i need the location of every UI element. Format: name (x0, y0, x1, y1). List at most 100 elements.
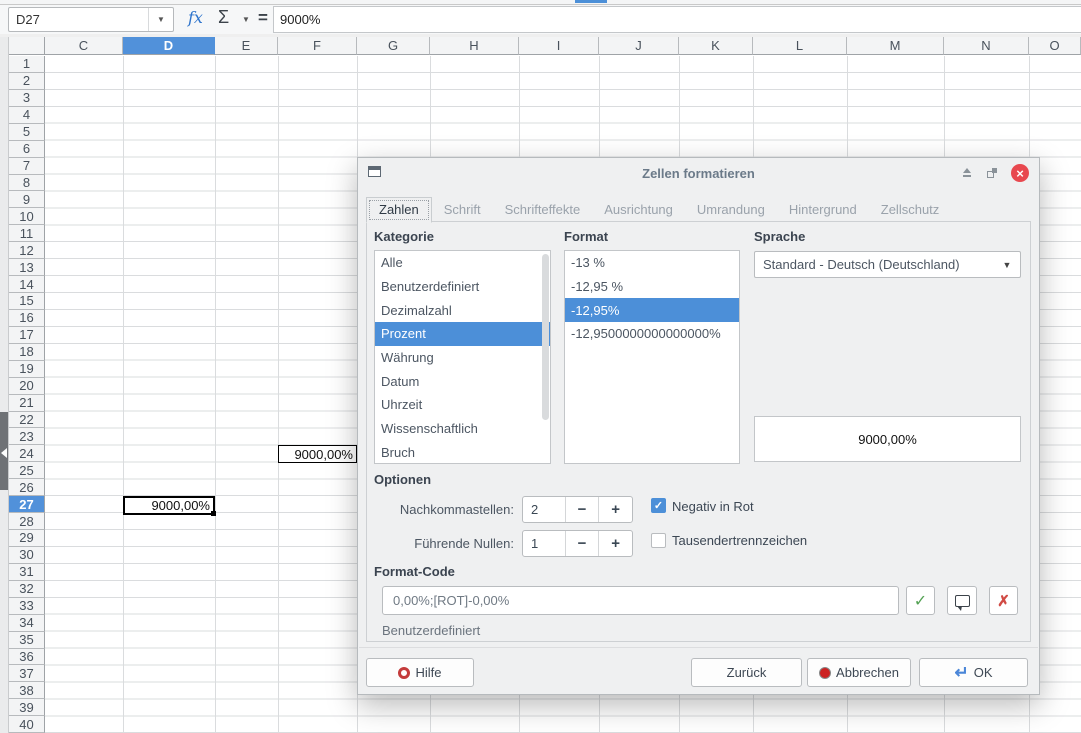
name-box-dropdown-icon[interactable]: ▼ (148, 8, 173, 31)
column-header-K[interactable]: K (679, 37, 753, 55)
tab-umrandung[interactable]: Umrandung (685, 198, 777, 222)
row-header-37[interactable]: 37 (9, 665, 45, 682)
format-item[interactable]: -13 % (565, 251, 739, 275)
row-header-29[interactable]: 29 (9, 530, 45, 547)
row-header-21[interactable]: 21 (9, 395, 45, 412)
row-header-16[interactable]: 16 (9, 310, 45, 327)
decimal-places-plus-button[interactable]: + (598, 497, 632, 522)
row-header-3[interactable]: 3 (9, 90, 45, 107)
close-icon[interactable]: × (1011, 164, 1029, 182)
row-header-31[interactable]: 31 (9, 564, 45, 581)
category-item[interactable]: Uhrzeit (375, 393, 550, 417)
leading-zeroes-plus-button[interactable]: + (598, 531, 632, 556)
cancel-button[interactable]: Abbrechen (807, 658, 911, 687)
negative-red-checkbox[interactable]: ✓ (651, 498, 666, 513)
column-header-I[interactable]: I (519, 37, 599, 55)
category-item[interactable]: Wissenschaftlich (375, 417, 550, 441)
row-header-5[interactable]: 5 (9, 124, 45, 141)
row-header-38[interactable]: 38 (9, 682, 45, 699)
thousands-separator-checkbox[interactable] (651, 533, 666, 548)
function-wizard-icon[interactable]: fx (188, 8, 203, 27)
fill-handle[interactable] (211, 511, 216, 516)
column-header-C[interactable]: C (45, 37, 123, 55)
tab-zellschutz[interactable]: Zellschutz (869, 198, 952, 222)
left-scrollbar[interactable] (0, 37, 9, 733)
category-item[interactable]: Dezimalzahl (375, 298, 550, 322)
shade-icon[interactable] (961, 167, 973, 179)
category-item[interactable]: Prozent (375, 322, 550, 346)
category-item[interactable]: Benutzerdefiniert (375, 275, 550, 299)
row-header-12[interactable]: 12 (9, 242, 45, 259)
equals-icon[interactable]: = (258, 8, 268, 28)
category-list-scrollbar[interactable] (542, 254, 549, 420)
tab-hintergrund[interactable]: Hintergrund (777, 198, 869, 222)
cell-D27[interactable]: 9000,00% (123, 496, 215, 515)
decimal-places-value[interactable]: 2 (523, 497, 565, 522)
row-header-30[interactable]: 30 (9, 547, 45, 564)
sum-dropdown-icon[interactable]: ▼ (242, 15, 250, 24)
leading-zeroes-minus-button[interactable]: − (565, 531, 599, 556)
row-header-14[interactable]: 14 (9, 276, 45, 293)
tab-zahlen[interactable]: Zahlen (366, 197, 432, 223)
column-header-H[interactable]: H (430, 37, 519, 55)
row-header-2[interactable]: 2 (9, 73, 45, 90)
row-header-33[interactable]: 33 (9, 598, 45, 615)
row-header-35[interactable]: 35 (9, 632, 45, 649)
row-header-27[interactable]: 27 (9, 496, 45, 513)
format-item[interactable]: -12,95 % (565, 275, 739, 299)
row-header-34[interactable]: 34 (9, 615, 45, 632)
category-item[interactable]: Alle (375, 251, 550, 275)
category-item[interactable]: Datum (375, 369, 550, 393)
column-header-D[interactable]: D (123, 37, 215, 55)
row-header-17[interactable]: 17 (9, 327, 45, 344)
column-header-E[interactable]: E (215, 37, 278, 55)
row-header-15[interactable]: 15 (9, 293, 45, 310)
column-header-M[interactable]: M (847, 37, 944, 55)
column-header-J[interactable]: J (599, 37, 679, 55)
select-all-corner[interactable] (9, 37, 45, 55)
row-header-40[interactable]: 40 (9, 716, 45, 733)
sum-icon[interactable]: Σ (218, 7, 229, 28)
cell-F24[interactable]: 9000,00% (278, 445, 357, 463)
row-header-39[interactable]: 39 (9, 699, 45, 716)
row-header-7[interactable]: 7 (9, 158, 45, 175)
row-header-13[interactable]: 13 (9, 259, 45, 276)
column-header-N[interactable]: N (944, 37, 1029, 55)
format-code-comment-button[interactable] (947, 586, 977, 615)
row-header-11[interactable]: 11 (9, 225, 45, 242)
formula-input[interactable]: 9000% (273, 6, 1081, 33)
format-item[interactable]: -12,95% (565, 298, 739, 322)
category-list[interactable]: AlleBenutzerdefiniertDezimalzahlProzent W… (374, 250, 551, 464)
format-item[interactable]: -12,9500000000000000% (565, 322, 739, 346)
tab-ausrichtung[interactable]: Ausrichtung (592, 198, 685, 222)
format-code-input[interactable]: 0,00%;[ROT]-0,00% (382, 586, 899, 615)
row-header-36[interactable]: 36 (9, 649, 45, 666)
dialog-titlebar[interactable]: Zellen formatieren × (358, 158, 1039, 188)
format-list[interactable]: -13 %-12,95 %-12,95%-12,9500000000000000… (564, 250, 740, 464)
name-box[interactable]: D27 ▼ (8, 7, 174, 32)
row-header-4[interactable]: 4 (9, 107, 45, 124)
column-header-O[interactable]: O (1029, 37, 1081, 55)
row-header-25[interactable]: 25 (9, 462, 45, 479)
format-code-apply-button[interactable]: ✓ (906, 586, 935, 615)
column-header-L[interactable]: L (753, 37, 847, 55)
row-header-18[interactable]: 18 (9, 344, 45, 361)
leading-zeroes-stepper[interactable]: 1 − + (522, 530, 633, 557)
decimal-places-minus-button[interactable]: − (565, 497, 599, 522)
restore-icon[interactable] (987, 168, 997, 178)
category-item[interactable]: Bruch (375, 441, 550, 465)
tab-schrift[interactable]: Schrift (432, 198, 493, 222)
row-header-26[interactable]: 26 (9, 479, 45, 496)
row-header-20[interactable]: 20 (9, 378, 45, 395)
row-header-6[interactable]: 6 (9, 141, 45, 158)
row-header-28[interactable]: 28 (9, 513, 45, 530)
row-header-9[interactable]: 9 (9, 191, 45, 208)
leading-zeroes-value[interactable]: 1 (523, 531, 565, 556)
tab-schrifteffekte[interactable]: Schrifteffekte (493, 198, 593, 222)
row-header-8[interactable]: 8 (9, 175, 45, 192)
format-code-delete-button[interactable]: ✗ (989, 586, 1018, 615)
language-dropdown[interactable]: Standard - Deutsch (Deutschland) ▼ (754, 251, 1021, 278)
row-header-19[interactable]: 19 (9, 361, 45, 378)
ok-button[interactable]: ↵ OK (919, 658, 1028, 687)
row-header-22[interactable]: 22 (9, 412, 45, 429)
